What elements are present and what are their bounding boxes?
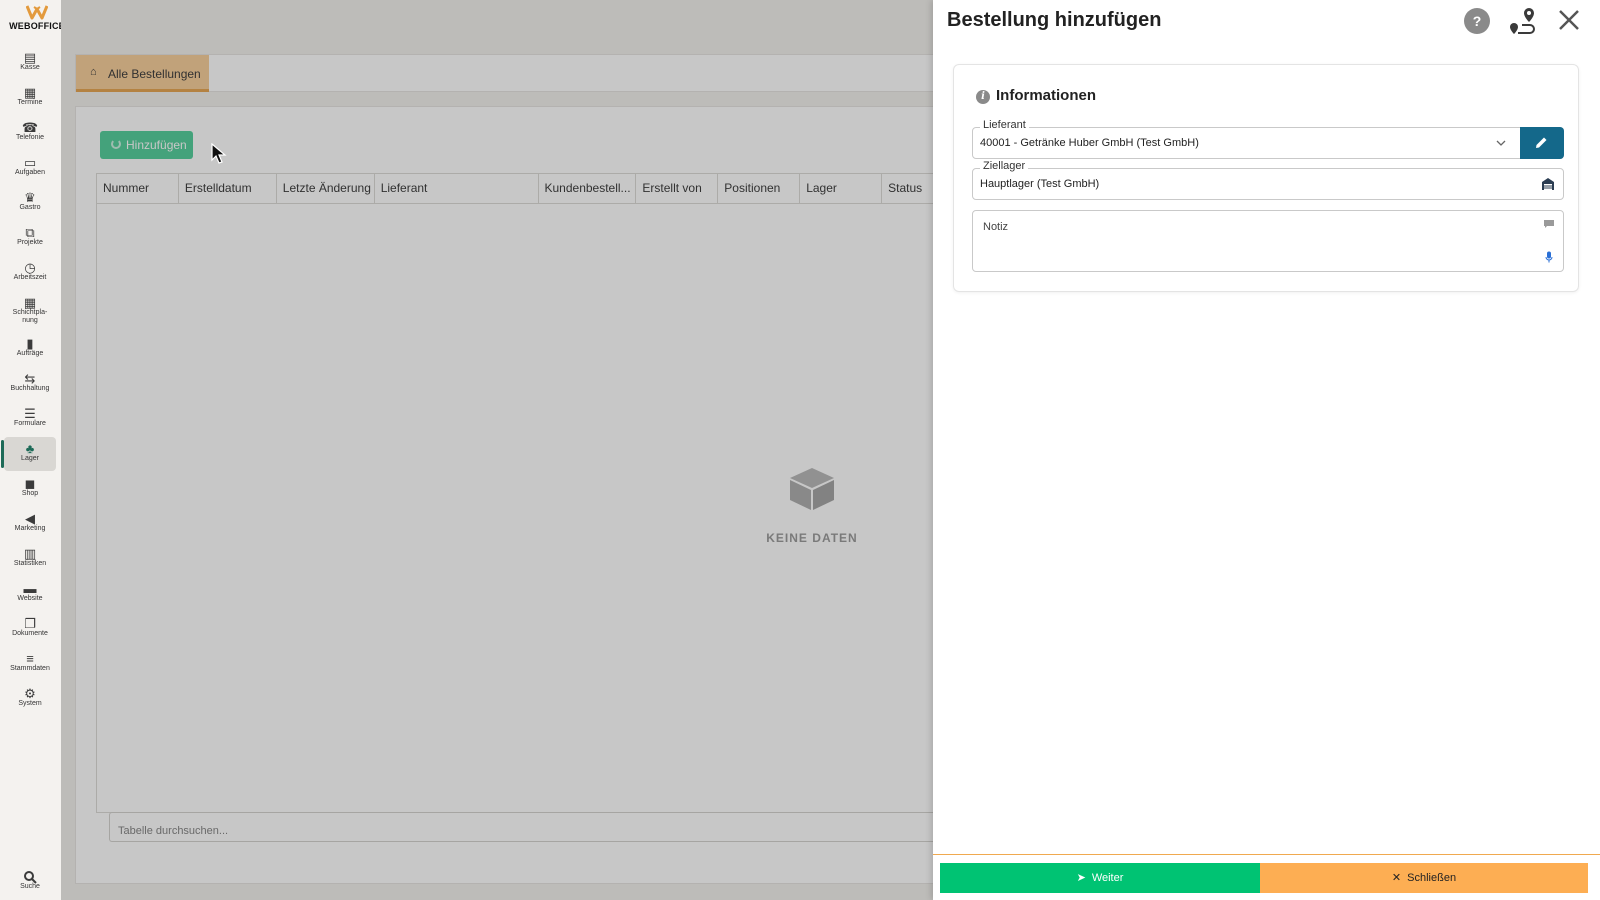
add-order-drawer: Bestellung hinzufügen ? i Informationen L…	[933, 0, 1600, 900]
sidebar-item-suche[interactable]: Suche	[4, 865, 56, 895]
files-icon: ❐	[24, 616, 36, 631]
drawer-footer: ➤ Weiter ✕ Schließen	[933, 854, 1600, 900]
cash-register-icon: ▤	[23, 50, 37, 65]
weiter-button[interactable]: ➤ Weiter	[940, 863, 1260, 893]
sidebar-item-label: Gastro	[19, 204, 41, 211]
sidebar-item-kasse[interactable]: ▤ Kasse	[4, 46, 56, 80]
schliessen-button[interactable]: ✕ Schließen	[1260, 863, 1588, 893]
weboffice-logo-icon	[26, 5, 48, 20]
sidebar-item-formulare[interactable]: ☰ Formulare	[4, 402, 56, 436]
sidebar-item-system[interactable]: ⚙ System	[4, 682, 56, 716]
sidebar-item-label: Dokumente	[12, 630, 48, 637]
notiz-label: Notiz	[983, 221, 1009, 233]
ziellager-select[interactable]: Ziellager Hauptlager (Test GmbH)	[972, 160, 1564, 200]
sidebar-item-label: Suche	[20, 883, 40, 890]
warehouse-icon	[1542, 178, 1554, 190]
lieferant-select[interactable]: Lieferant 40001 - Getränke Huber GmbH (T…	[972, 119, 1564, 159]
sidebar-item-label: Website	[17, 595, 43, 602]
sidebar-item-telefonie[interactable]: ☎ Telefonie	[4, 116, 56, 150]
sidebar-item-website[interactable]: ▬ Website	[4, 577, 56, 611]
tasks-icon: ▭	[23, 155, 37, 170]
list-icon: ☰	[24, 406, 36, 421]
sidebar-item-label: System	[18, 700, 42, 707]
send-icon: ➤	[1076, 872, 1086, 884]
sidebar-item-label: Termine	[17, 99, 43, 106]
pencil-icon	[1536, 137, 1547, 148]
sidebar-item-shop[interactable]: ◼ Shop	[4, 472, 56, 506]
chevron-down-icon[interactable]	[1495, 137, 1507, 149]
sidebar-item-statistiken[interactable]: ▥ Statistiken	[4, 542, 56, 576]
gears-icon: ⚙	[24, 686, 36, 701]
sidebar-item-label: Lager	[21, 455, 39, 462]
shift-plan-icon: ▦	[23, 295, 37, 310]
sidebar-item-schichtpla[interactable]: ▦ Schichtpla-nung	[4, 291, 56, 331]
sidebar-item-label: Formulare	[14, 420, 46, 427]
phone-icon: ☎	[21, 120, 39, 135]
project-icon: ⧉	[25, 225, 35, 240]
microphone-icon[interactable]	[1545, 251, 1553, 263]
info-icon: i	[976, 90, 990, 104]
arrows-icon: ⇆	[24, 371, 36, 386]
sidebar-item-lager[interactable]: ♣ Lager	[1, 437, 56, 471]
sidebar-item-dokumente[interactable]: ❐ Dokumente	[4, 612, 56, 646]
boxes-icon: ♣	[25, 441, 35, 456]
notiz-textarea[interactable]: Notiz	[972, 210, 1564, 272]
route-icon[interactable]	[1508, 6, 1538, 36]
sidebar-item-label: Arbeitszeit	[13, 274, 47, 281]
sidebar-item-label: Projekte	[17, 239, 43, 246]
document-icon: ▮	[26, 336, 34, 351]
comment-icon	[1544, 220, 1554, 228]
help-button[interactable]: ?	[1464, 8, 1490, 34]
calendar-icon: ▦	[23, 85, 37, 100]
sidebar-item-label-line2: nung	[22, 317, 38, 324]
sidebar-item-gastro[interactable]: ♛ Gastro	[4, 186, 56, 220]
sidebar-item-label: Stammdaten	[10, 665, 50, 672]
sidebar-item-buchhaltung[interactable]: ⇆ Buchhaltung	[4, 367, 56, 401]
sidebar-item-label: Buchhaltung	[10, 385, 50, 392]
sidebar-item-arbeitszeit[interactable]: ◷ Arbeitszeit	[4, 256, 56, 290]
sidebar-item-label: Marketing	[14, 525, 46, 532]
database-icon: ≡	[26, 651, 34, 666]
sidebar-nav: ▤ Kasse ▦ Termine ☎ Telefonie ▭ Aufgaben ♛ Gastro…	[1, 46, 56, 717]
crown-icon: ♛	[24, 190, 36, 205]
sidebar-item-label: Schichtpla-	[12, 309, 48, 316]
sidebar-item-label: Shop	[21, 490, 39, 497]
sidebar-item-aufträge[interactable]: ▮ Aufträge	[4, 332, 56, 366]
sidebar-item-label: Kasse	[20, 64, 40, 71]
edit-lieferant-button[interactable]	[1520, 127, 1564, 159]
sidebar-item-label: Telefonie	[15, 134, 45, 141]
bag-icon: ◼	[24, 476, 36, 491]
ziellager-label: Ziellager	[980, 160, 1029, 172]
weiter-label: Weiter	[1091, 872, 1124, 884]
ziellager-value: Hauptlager (Test GmbH)	[980, 178, 1100, 190]
sidebar-item-termine[interactable]: ▦ Termine	[4, 81, 56, 115]
sidebar-item-label: Statistiken	[13, 560, 47, 567]
lieferant-value: 40001 - Getränke Huber GmbH (Test GmbH)	[980, 137, 1199, 149]
megaphone-icon: ◀	[25, 511, 35, 526]
close-small-icon: ✕	[1391, 872, 1402, 884]
sidebar-item-label: Aufgaben	[15, 169, 45, 176]
information-section: i Informationen Lieferant 40001 - Getränk…	[953, 64, 1579, 292]
sidebar-item-label: Aufträge	[16, 350, 44, 357]
sidebar-item-projekte[interactable]: ⧉ Projekte	[4, 221, 56, 255]
sidebar: WEBOFFICE ▤ Kasse ▦ Termine ☎ Telefonie ▭ Aufga…	[0, 0, 65, 900]
drawer-title: Bestellung hinzufügen	[947, 9, 1162, 31]
search-icon	[4, 865, 56, 884]
mouse-cursor-icon	[211, 143, 227, 164]
modal-overlay	[61, 0, 994, 900]
chart-icon: ▥	[23, 546, 37, 561]
lieferant-label: Lieferant	[980, 119, 1029, 131]
sidebar-item-marketing[interactable]: ◀ Marketing	[4, 507, 56, 541]
close-icon[interactable]	[1556, 6, 1582, 34]
section-title: i Informationen	[976, 87, 1096, 104]
sidebar-item-stammdaten[interactable]: ≡ Stammdaten	[4, 647, 56, 681]
schliessen-label: Schließen	[1407, 872, 1457, 884]
sidebar-item-aufgaben[interactable]: ▭ Aufgaben	[4, 151, 56, 185]
website-icon: ▬	[23, 581, 37, 596]
clock-icon: ◷	[24, 260, 36, 275]
